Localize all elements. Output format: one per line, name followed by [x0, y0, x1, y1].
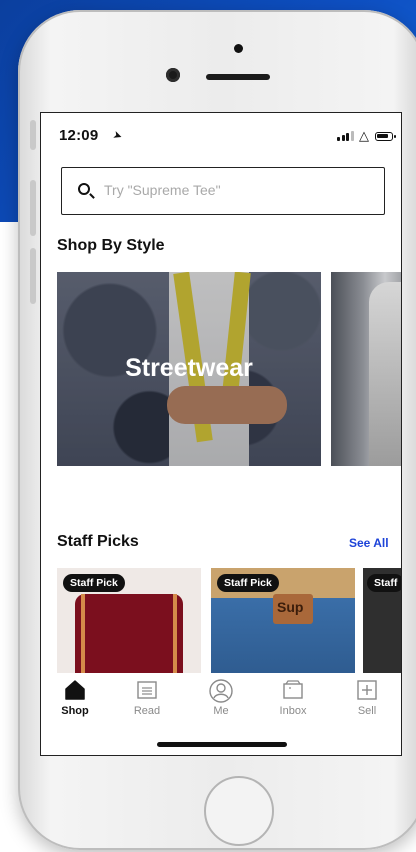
app-screen: 12:09 ➤ △ Try "Supreme Tee" Shop By Styl…: [40, 112, 402, 756]
card-photo: [369, 282, 401, 466]
proximity-sensor: [234, 44, 243, 53]
tab-me[interactable]: Me: [191, 679, 251, 717]
home-icon: [65, 680, 85, 700]
tab-read[interactable]: Read: [117, 679, 177, 717]
location-arrow-icon: ➤: [111, 128, 124, 144]
tab-label: Shop: [61, 705, 89, 717]
wifi-icon: △: [359, 128, 369, 143]
style-card-next[interactable]: [331, 272, 401, 466]
search-icon: [78, 183, 90, 195]
tab-label: Me: [213, 705, 229, 717]
tab-label: Inbox: [279, 705, 307, 717]
staff-pick-badge: Staff Pick: [217, 574, 279, 592]
volume-down-button: [30, 248, 36, 304]
tab-label: Read: [133, 705, 161, 717]
document-icon: [137, 681, 157, 699]
home-button[interactable]: [204, 776, 274, 846]
status-bar: 12:09 ➤ △: [41, 113, 401, 157]
volume-up-button: [30, 180, 36, 236]
style-card-label: Streetwear: [125, 354, 253, 382]
tab-shop[interactable]: Shop: [45, 679, 105, 717]
staff-pick-item[interactable]: Sup Staff Pick: [211, 568, 355, 678]
supreme-logo: Sup: [277, 599, 304, 615]
tab-label: Sell: [357, 705, 377, 717]
shop-by-style-title: Shop By Style: [57, 237, 165, 254]
mute-switch: [30, 120, 36, 150]
staff-pick-item[interactable]: Staff: [363, 568, 401, 678]
staff-picks-title: Staff Picks: [57, 533, 139, 550]
search-placeholder: Try "Supreme Tee": [104, 182, 221, 198]
search-input[interactable]: Try "Supreme Tee": [61, 167, 385, 215]
tab-sell[interactable]: Sell: [337, 679, 397, 717]
cellular-signal-icon: [337, 131, 354, 141]
inbox-icon: [283, 680, 303, 699]
home-indicator: [157, 742, 287, 747]
status-time: 12:09: [59, 127, 99, 144]
profile-icon: [209, 679, 233, 703]
front-camera: [166, 68, 180, 82]
battery-icon: [375, 132, 396, 141]
product-photo: [75, 594, 183, 678]
staff-pick-item[interactable]: Staff Pick: [57, 568, 201, 678]
tab-inbox[interactable]: Inbox: [263, 679, 323, 717]
plus-square-icon: [357, 680, 377, 700]
earpiece-speaker: [206, 74, 270, 80]
staff-pick-badge: Staff Pick: [63, 574, 125, 592]
see-all-link[interactable]: See All: [349, 536, 389, 550]
staff-pick-badge: Staff: [367, 574, 401, 592]
style-card-streetwear[interactable]: Streetwear: [57, 272, 321, 466]
